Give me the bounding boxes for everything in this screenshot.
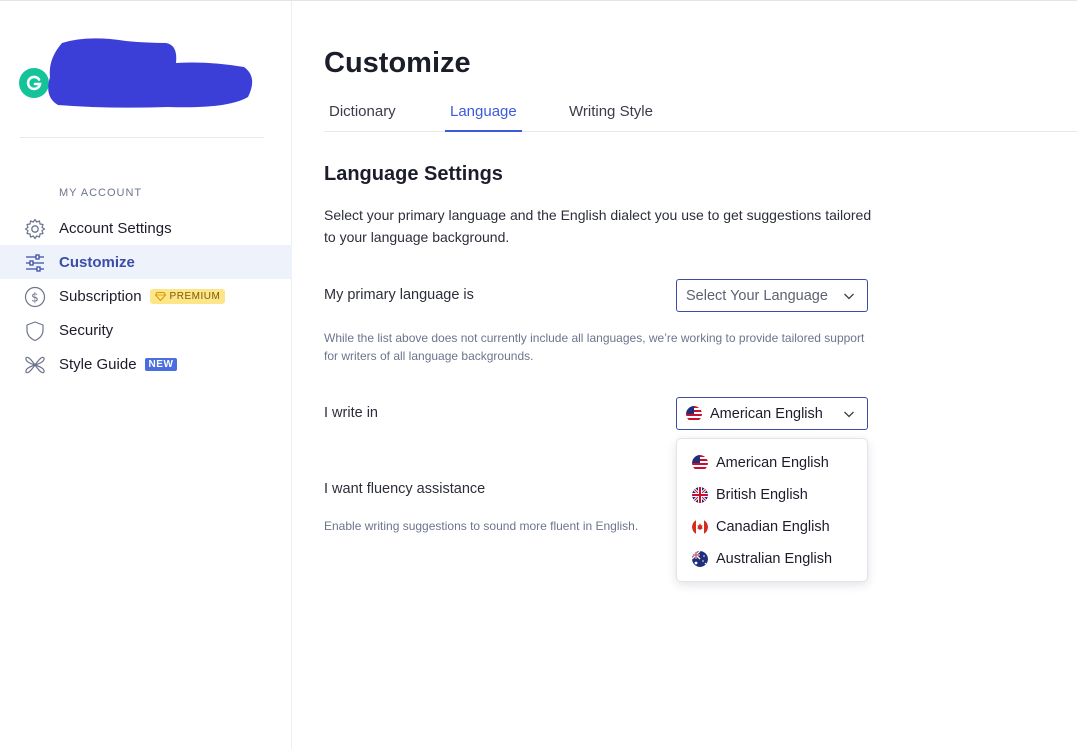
dialect-option-label: Australian English xyxy=(716,551,833,567)
fluency-label: I want fluency assistance xyxy=(324,481,486,497)
us-flag-icon xyxy=(686,405,702,422)
primary-language-hint: While the list above does not currently … xyxy=(324,331,865,363)
uk-flag-icon xyxy=(692,487,708,503)
dialect-option-label: American English xyxy=(716,455,829,471)
dialect-option-label: British English xyxy=(716,487,808,503)
primary-language-placeholder: Select Your Language xyxy=(686,287,828,304)
tab-writing-style[interactable]: Writing Style xyxy=(564,103,658,130)
grammarly-logo xyxy=(19,68,49,98)
tab-dictionary[interactable]: Dictionary xyxy=(324,103,401,130)
canada-flag-icon xyxy=(692,519,708,535)
tab-language[interactable]: Language xyxy=(445,103,522,132)
shield-icon xyxy=(26,321,44,342)
page-title: Customize xyxy=(324,47,471,79)
australia-flag-icon xyxy=(692,551,708,567)
us-flag-icon xyxy=(692,455,708,471)
sidebar-item-label: Customize xyxy=(59,253,135,271)
sidebar-divider xyxy=(20,137,264,138)
section-title: Language Settings xyxy=(324,163,503,185)
my-account-heading: MY ACCOUNT xyxy=(59,187,143,199)
dialect-option-british[interactable]: British English xyxy=(677,479,867,511)
tab-bar: Dictionary Language Writing Style xyxy=(324,97,1077,132)
sidebar-item-label: Security xyxy=(59,321,114,339)
gear-icon xyxy=(24,218,46,240)
style-guide-icon xyxy=(25,356,45,374)
section-description: Select your primary language and the Eng… xyxy=(324,207,872,245)
sidebar-item-account-settings[interactable]: Account Settings xyxy=(0,211,292,245)
premium-badge: PREMIUM xyxy=(149,288,226,304)
sidebar-item-security[interactable]: Security xyxy=(0,313,292,347)
redacted-username xyxy=(48,38,253,108)
dollar-icon: $ xyxy=(24,286,46,308)
dialect-label: I write in xyxy=(324,405,378,421)
svg-text:$: $ xyxy=(31,291,39,305)
sidebar-item-subscription[interactable]: $ Subscription PREMIUM xyxy=(0,279,292,313)
sidebar: MY ACCOUNT Account Settings Customize $ xyxy=(0,1,292,749)
fluency-hint: Enable writing suggestions to sound more… xyxy=(324,519,639,533)
sidebar-item-label: Style Guide xyxy=(59,355,137,373)
primary-language-select[interactable]: Select Your Language xyxy=(676,279,868,312)
diamond-icon xyxy=(154,291,166,301)
chevron-down-icon xyxy=(844,293,854,300)
sidebar-item-customize[interactable]: Customize xyxy=(0,245,292,279)
sidebar-item-label: Account Settings xyxy=(59,219,172,237)
dialect-selected-value: American English xyxy=(710,405,823,422)
dialect-option-australian[interactable]: Australian English xyxy=(677,543,867,575)
sidebar-item-label: Subscription xyxy=(59,287,142,305)
premium-badge-label: PREMIUM xyxy=(169,290,221,302)
dialect-dropdown-menu: American English British English Canadia… xyxy=(676,438,868,582)
chevron-down-icon xyxy=(844,411,854,418)
dialect-option-canadian[interactable]: Canadian English xyxy=(677,511,867,543)
dialect-option-label: Canadian English xyxy=(716,519,830,535)
new-badge: NEW xyxy=(144,357,178,371)
sidebar-nav: Account Settings Customize $ Subscriptio… xyxy=(0,211,292,381)
g-logo-icon xyxy=(19,68,49,98)
sliders-icon xyxy=(26,254,44,272)
sidebar-item-style-guide[interactable]: Style Guide NEW xyxy=(0,347,292,381)
primary-language-label: My primary language is xyxy=(324,287,474,303)
dialect-select[interactable]: American English xyxy=(676,397,868,430)
dialect-option-american[interactable]: American English xyxy=(677,447,867,479)
